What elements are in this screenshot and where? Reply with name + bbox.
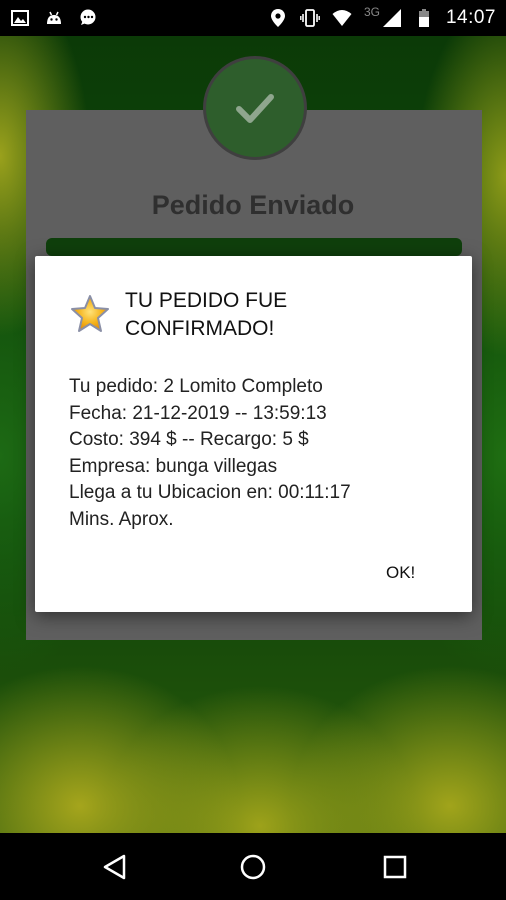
- home-icon: [240, 854, 266, 880]
- order-progress-bar: [46, 238, 462, 256]
- chat-bubble-icon: [80, 9, 96, 25]
- wifi-icon: [332, 10, 352, 26]
- order-cost-line: Costo: 394 $ -- Recargo: 5 $: [69, 429, 309, 450]
- star-icon: [71, 295, 109, 332]
- order-company-line: Empresa: bunga villegas: [69, 455, 278, 477]
- clock: 14:07: [445, 7, 496, 28]
- network-type-label: 3G: [363, 5, 380, 19]
- navigation-bar: [0, 833, 506, 900]
- recents-button[interactable]: [378, 850, 412, 884]
- signal-icon: [382, 9, 401, 27]
- vibrate-icon: [300, 9, 320, 27]
- order-item-line: Tu pedido: 2 Lomito Completo: [69, 376, 323, 397]
- order-eta-line: Llega a tu Ubicacion en: 00:11:17: [69, 482, 351, 503]
- ok-button[interactable]: OK!: [378, 559, 423, 587]
- notification-icons: [10, 8, 98, 28]
- order-sent-title: Pedido Enviado: [151, 190, 355, 220]
- order-eta-unit-line: Mins. Aprox.: [69, 508, 174, 530]
- recents-icon: [383, 855, 407, 879]
- checkmark-icon: [236, 94, 274, 123]
- home-button[interactable]: [236, 850, 270, 884]
- order-confirmed-dialog: TU PEDIDO FUE CONFIRMADO! Tu pedido: 2 L…: [35, 256, 472, 612]
- system-icons: 3G 14:07: [268, 5, 496, 29]
- status-bar: 3G 14:07: [0, 0, 506, 36]
- android-icon: [47, 11, 61, 24]
- location-icon: [270, 9, 285, 27]
- back-button[interactable]: [98, 850, 132, 884]
- dialog-title: TU PEDIDO FUE CONFIRMADO!: [125, 287, 425, 343]
- dialog-title-line2: CONFIRMADO!: [125, 317, 275, 340]
- battery-icon: [418, 9, 429, 27]
- success-badge: [203, 56, 307, 160]
- image-icon: [11, 10, 29, 26]
- back-icon: [103, 854, 126, 880]
- order-date-line: Fecha: 21-12-2019 -- 13:59:13: [69, 402, 327, 424]
- dialog-title-line1: TU PEDIDO FUE: [125, 289, 288, 312]
- dialog-message: Tu pedido: 2 Lomito Completo Fecha: 21-1…: [69, 374, 449, 533]
